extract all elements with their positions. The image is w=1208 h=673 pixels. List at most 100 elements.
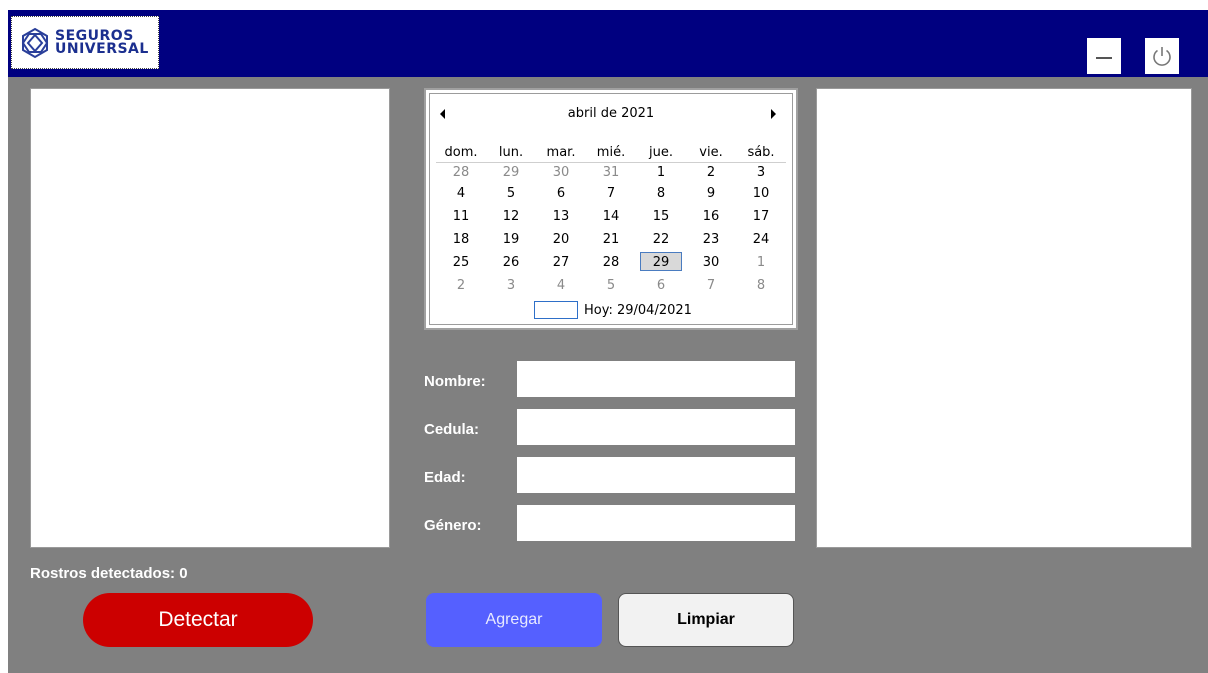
month-calendar[interactable]: abril de 2021 dom. lun. mar. mié. jue. vie. sá… (424, 88, 798, 330)
calendar-day[interactable]: 12 (486, 205, 536, 228)
calendar-day-number: 21 (602, 232, 620, 247)
calendar-day-number: 12 (502, 209, 520, 224)
calendar-day[interactable]: 6 (636, 274, 686, 297)
calendar-day-number: 3 (756, 165, 766, 180)
calendar-day[interactable]: 20 (536, 228, 586, 251)
add-button[interactable]: Agregar (426, 593, 602, 647)
calendar-day[interactable]: 4 (436, 182, 486, 205)
calendar-day[interactable]: 15 (636, 205, 686, 228)
calendar-day[interactable]: 22 (636, 228, 686, 251)
calendar-month-title: abril de 2021 (567, 106, 655, 121)
calendar-week-row: 11 12 13 14 15 16 17 (436, 205, 786, 228)
calendar-day[interactable]: 8 (636, 182, 686, 205)
calendar-day[interactable]: 25 (436, 251, 486, 274)
cedula-input[interactable] (517, 409, 795, 445)
calendar-day-number: 7 (606, 186, 616, 201)
detect-button[interactable]: Detectar (83, 593, 313, 647)
calendar-weekday: vie. (686, 142, 736, 163)
calendar-day[interactable]: 4 (536, 274, 586, 297)
calendar-day-number: 29 (640, 252, 682, 271)
minimize-button[interactable] (1087, 38, 1121, 74)
app-window: SEGUROS UNIVERSAL abril de 2021 dom. lun.… (8, 10, 1208, 673)
clear-button[interactable]: Limpiar (618, 593, 794, 647)
calendar-today-link[interactable]: Hoy: 29/04/2021 (534, 300, 692, 320)
calendar-next-arrow-icon[interactable] (771, 109, 776, 119)
calendar-day[interactable]: 3 (736, 163, 786, 183)
calendar-day-number: 5 (606, 278, 616, 293)
calendar-day[interactable]: 13 (536, 205, 586, 228)
calendar-day-number: 30 (552, 165, 570, 180)
calendar-day[interactable]: 30 (536, 163, 586, 183)
calendar-day[interactable]: 8 (736, 274, 786, 297)
calendar-day-number: 4 (556, 278, 566, 293)
calendar-day[interactable]: 14 (586, 205, 636, 228)
calendar-week-row: 2 3 4 5 6 7 8 (436, 274, 786, 297)
calendar-day[interactable]: 2 (686, 163, 736, 183)
calendar-day[interactable]: 26 (486, 251, 536, 274)
genero-input[interactable] (517, 505, 795, 541)
calendar-weekday-row: dom. lun. mar. mié. jue. vie. sáb. (436, 142, 786, 163)
faces-detected-label: Rostros detectados: (30, 565, 176, 582)
calendar-day[interactable]: 30 (686, 251, 736, 274)
captured-face-panel (816, 88, 1192, 548)
calendar-day[interactable]: 7 (686, 274, 736, 297)
calendar-day[interactable]: 31 (586, 163, 636, 183)
calendar-day[interactable]: 19 (486, 228, 536, 251)
calendar-day[interactable]: 7 (586, 182, 636, 205)
calendar-day-number: 23 (702, 232, 720, 247)
power-button[interactable] (1145, 38, 1179, 74)
calendar-day[interactable]: 2 (436, 274, 486, 297)
calendar-week-row: 25 26 27 28 29 30 1 (436, 251, 786, 274)
calendar-day[interactable]: 23 (686, 228, 736, 251)
calendar-day[interactable]: 28 (586, 251, 636, 274)
calendar-day[interactable]: 5 (586, 274, 636, 297)
calendar-day[interactable]: 17 (736, 205, 786, 228)
calendar-day[interactable]: 29 (636, 251, 686, 274)
calendar-day[interactable]: 16 (686, 205, 736, 228)
calendar-day-number: 5 (506, 186, 516, 201)
calendar-day-number: 16 (702, 209, 720, 224)
calendar-day-number: 6 (556, 186, 566, 201)
calendar-day[interactable]: 21 (586, 228, 636, 251)
calendar-day[interactable]: 28 (436, 163, 486, 183)
calendar-weekday: mar. (536, 142, 586, 163)
calendar-weekday: jue. (636, 142, 686, 163)
power-icon (1153, 47, 1171, 66)
today-label: Hoy: 29/04/2021 (584, 302, 692, 318)
calendar-day[interactable]: 29 (486, 163, 536, 183)
calendar-day-number: 6 (656, 278, 666, 293)
calendar-day[interactable]: 1 (736, 251, 786, 274)
calendar-week-row: 18 19 20 21 22 23 24 (436, 228, 786, 251)
calendar-week-row: 4 5 6 7 8 9 10 (436, 182, 786, 205)
calendar-day-number: 4 (456, 186, 466, 201)
logo-line2: UNIVERSAL (55, 40, 149, 57)
calendar-day[interactable]: 3 (486, 274, 536, 297)
calendar-weekday: sáb. (736, 142, 786, 163)
calendar-day-number: 2 (456, 278, 466, 293)
calendar-day-number: 15 (652, 209, 670, 224)
calendar-weekday: lun. (486, 142, 536, 163)
calendar-day[interactable]: 6 (536, 182, 586, 205)
calendar-day-number: 28 (602, 255, 620, 270)
nombre-input[interactable] (517, 361, 795, 397)
calendar-day[interactable]: 24 (736, 228, 786, 251)
calendar-day-number: 8 (756, 278, 766, 293)
window-left-edge (0, 10, 8, 673)
today-marker-box (534, 301, 578, 319)
genero-label: Género: (424, 517, 482, 534)
calendar-day[interactable]: 18 (436, 228, 486, 251)
calendar-day[interactable]: 9 (686, 182, 736, 205)
calendar-day[interactable]: 5 (486, 182, 536, 205)
calendar-day-number: 27 (552, 255, 570, 270)
calendar-day[interactable]: 10 (736, 182, 786, 205)
calendar-days: 28 29 30 31 1 2 3 4 5 6 7 8 9 10 11 12 13 14 15 16 17 18 19 20 2… (436, 163, 786, 298)
calendar-day-number: 31 (602, 165, 620, 180)
calendar-day[interactable]: 27 (536, 251, 586, 274)
company-logo: SEGUROS UNIVERSAL (11, 16, 159, 69)
calendar-day-number: 26 (502, 255, 520, 270)
calendar-day[interactable]: 1 (636, 163, 686, 183)
logo-text: SEGUROS UNIVERSAL (55, 29, 149, 57)
edad-input[interactable] (517, 457, 795, 493)
calendar-day-number: 3 (506, 278, 516, 293)
calendar-day[interactable]: 11 (436, 205, 486, 228)
